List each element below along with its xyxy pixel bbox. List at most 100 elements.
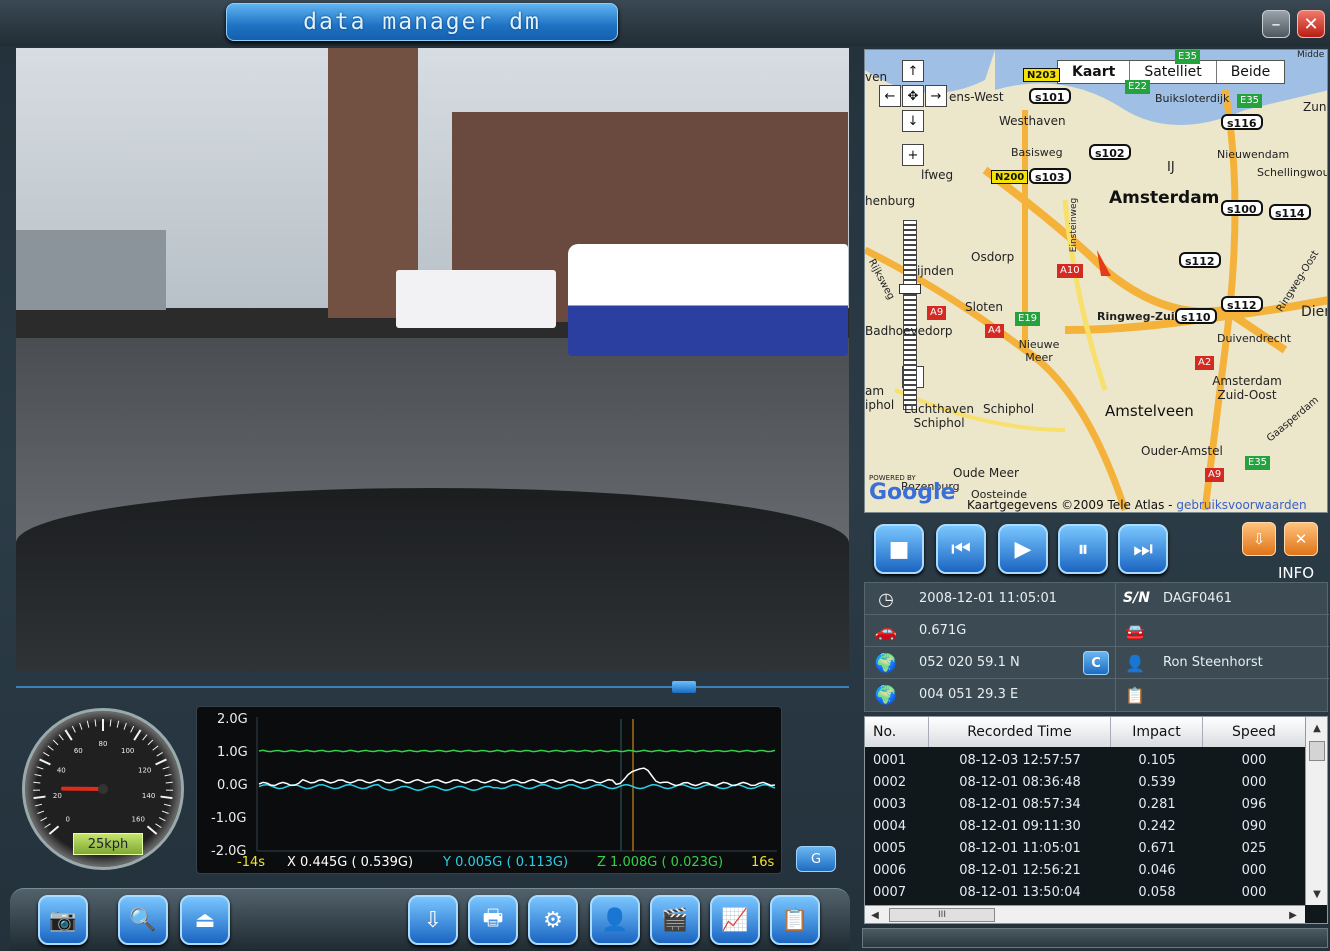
video-truck — [396, 270, 556, 328]
table-cell: 08-12-03 12:57:57 — [959, 752, 1081, 768]
speedometer-tick — [34, 803, 42, 807]
g-sensor-graph: 2.0G 1.0G 0.0G -1.0G -2.0G -14s X 0.445G… — [196, 706, 782, 874]
table-horizontal-scrollbar[interactable]: ◀ III ▶ — [865, 905, 1305, 923]
table-row[interactable]: 0005 08-12-01 11:05:01 0.671 025 — [865, 837, 1305, 859]
info-separator — [1115, 615, 1116, 647]
column-header-speed[interactable]: Speed — [1203, 717, 1305, 747]
g-button[interactable]: G — [796, 846, 836, 872]
column-header-recorded-time[interactable]: Recorded Time — [929, 717, 1111, 747]
table-cell: 0.046 — [1138, 862, 1176, 878]
playback-controls: ■ ⏮ ▶ ⏸ ⏭ ⇩ ✕ INFO — [864, 516, 1328, 582]
x-series-line — [258, 767, 776, 787]
scroll-up-arrow-icon[interactable]: ▲ — [1308, 719, 1326, 737]
map-shield: s114 — [1269, 204, 1311, 220]
tab-kaart[interactable]: Kaart — [1058, 61, 1129, 83]
export-button[interactable]: ⇩ — [1242, 522, 1276, 556]
speed-readout: 25kph — [73, 833, 143, 855]
scroll-left-arrow-icon[interactable]: ◀ — [867, 907, 883, 923]
pan-down-button[interactable]: ↓ — [902, 110, 924, 132]
table-row[interactable]: 0002 08-12-01 08:36:48 0.539 000 — [865, 771, 1305, 793]
close-button[interactable]: ✕ — [1297, 10, 1325, 38]
zoom-slider-track[interactable] — [903, 220, 917, 410]
skip-forward-icon: ⏭ — [1133, 536, 1153, 562]
video-building-left — [16, 230, 166, 310]
scroll-right-arrow-icon[interactable]: ▶ — [1285, 907, 1301, 923]
search-button[interactable]: 🔍 — [118, 895, 168, 945]
delete-download-icon: ✕ — [1294, 530, 1308, 548]
speedometer-tick — [33, 781, 41, 784]
zoom-slider-handle[interactable] — [899, 284, 921, 294]
longitude-value: 004 051 29.3 E — [919, 687, 1019, 702]
y-tick-neg1: -1.0G — [211, 811, 246, 826]
tab-beide[interactable]: Beide — [1215, 61, 1285, 83]
map-shield: s116 — [1221, 114, 1263, 130]
table-row[interactable]: 0004 08-12-01 09:11:30 0.242 090 — [865, 815, 1305, 837]
y-axis-readout: Y 0.005G ( 0.113G) — [442, 855, 568, 870]
map-label: Dier — [1301, 304, 1328, 320]
table-vertical-scrollbar[interactable]: ▲ ▼ — [1305, 717, 1327, 905]
table-cell: 000 — [1241, 774, 1267, 790]
pan-up-button[interactable]: ↑ — [902, 60, 924, 82]
horizontal-scroll-thumb[interactable]: III — [889, 908, 995, 922]
scroll-down-arrow-icon[interactable]: ▼ — [1308, 885, 1326, 903]
pause-button[interactable]: ⏸ — [1058, 524, 1108, 574]
timeline-track[interactable] — [16, 686, 849, 688]
event-info-panel: ◷ 2008-12-01 11:05:01 S/N DAGF0461 🚗 0.6… — [864, 582, 1329, 712]
map-shield: s101 — [1029, 88, 1071, 104]
report-button[interactable]: 📋 — [770, 895, 820, 945]
table-row[interactable]: 0007 08-12-01 13:50:04 0.058 000 — [865, 881, 1305, 903]
pan-left-button[interactable]: ← — [879, 85, 901, 107]
eject-button[interactable]: ⏏ — [180, 895, 230, 945]
map-city-amsterdam: Amsterdam — [1109, 188, 1220, 208]
settings-button[interactable]: ⚙ — [528, 895, 578, 945]
table-cell: 0.242 — [1138, 818, 1176, 834]
speedometer-tick — [109, 719, 112, 727]
speedometer-tick — [165, 781, 173, 784]
snapshot-button[interactable]: 📷 — [38, 895, 88, 945]
video-view[interactable] — [16, 48, 849, 672]
delete-export-button[interactable]: ✕ — [1284, 522, 1318, 556]
minimize-button[interactable]: – — [1262, 10, 1290, 38]
map-label: Sloten — [965, 300, 1003, 314]
globe-icon: 🌍 — [874, 684, 898, 706]
speedometer-label: 20 — [53, 792, 62, 800]
next-button[interactable]: ⏭ — [1118, 524, 1168, 574]
map-label: am — [865, 384, 885, 398]
timeline-thumb[interactable] — [672, 681, 696, 693]
plus-icon: + — [907, 147, 919, 163]
info-row-impact: 🚗 0.671G 🚘 — [865, 615, 1329, 647]
map-copyright: Kaartgegevens ©2009 Tele Atlas - gebruik… — [967, 498, 1307, 512]
coordinate-button[interactable]: C — [1083, 651, 1109, 675]
zoom-in-button[interactable]: + — [902, 144, 924, 166]
vertical-scroll-thumb[interactable] — [1309, 741, 1325, 761]
arrow-right-icon: → — [930, 88, 942, 104]
pan-center-button[interactable]: ✥ — [902, 85, 924, 107]
speedometer-tick — [156, 751, 163, 757]
column-header-no[interactable]: No. — [865, 717, 929, 747]
stop-button[interactable]: ■ — [874, 524, 924, 574]
map-label: Oude Meer — [953, 466, 1019, 480]
user-settings-button[interactable]: 👤 — [590, 895, 640, 945]
column-header-impact[interactable]: Impact — [1111, 717, 1203, 747]
map-view[interactable]: Kaart Satelliet Beide ↑ ← ✥ → ↓ + − Amst… — [864, 49, 1328, 513]
table-row[interactable]: 0003 08-12-01 08:57:34 0.281 096 — [865, 793, 1305, 815]
pan-right-button[interactable]: → — [925, 85, 947, 107]
driver-icon: 👤 — [1125, 653, 1145, 673]
table-row[interactable]: 0001 08-12-03 12:57:57 0.105 000 — [865, 749, 1305, 771]
map-terms-link[interactable]: gebruiksvoorwaarden — [1176, 498, 1306, 512]
chart-button[interactable]: 📈 — [710, 895, 760, 945]
play-button[interactable]: ▶ — [998, 524, 1048, 574]
print-button[interactable]: 🖶 — [468, 895, 518, 945]
table-row[interactable]: 0006 08-12-01 12:56:21 0.046 000 — [865, 859, 1305, 881]
speedometer-tick — [58, 734, 64, 741]
car-icon: 🚘 — [1125, 621, 1145, 641]
video-export-button[interactable]: 🎬 — [650, 895, 700, 945]
app-title-pill: data manager dm — [226, 3, 618, 41]
table-cell: 0003 — [873, 796, 907, 812]
serial-label: S/N — [1123, 590, 1150, 606]
map-shield: s100 — [1221, 200, 1263, 216]
previous-button[interactable]: ⏮ — [936, 524, 986, 574]
info-separator — [1115, 647, 1116, 679]
download-button[interactable]: ⇩ — [408, 895, 458, 945]
table-cell: 090 — [1241, 818, 1267, 834]
